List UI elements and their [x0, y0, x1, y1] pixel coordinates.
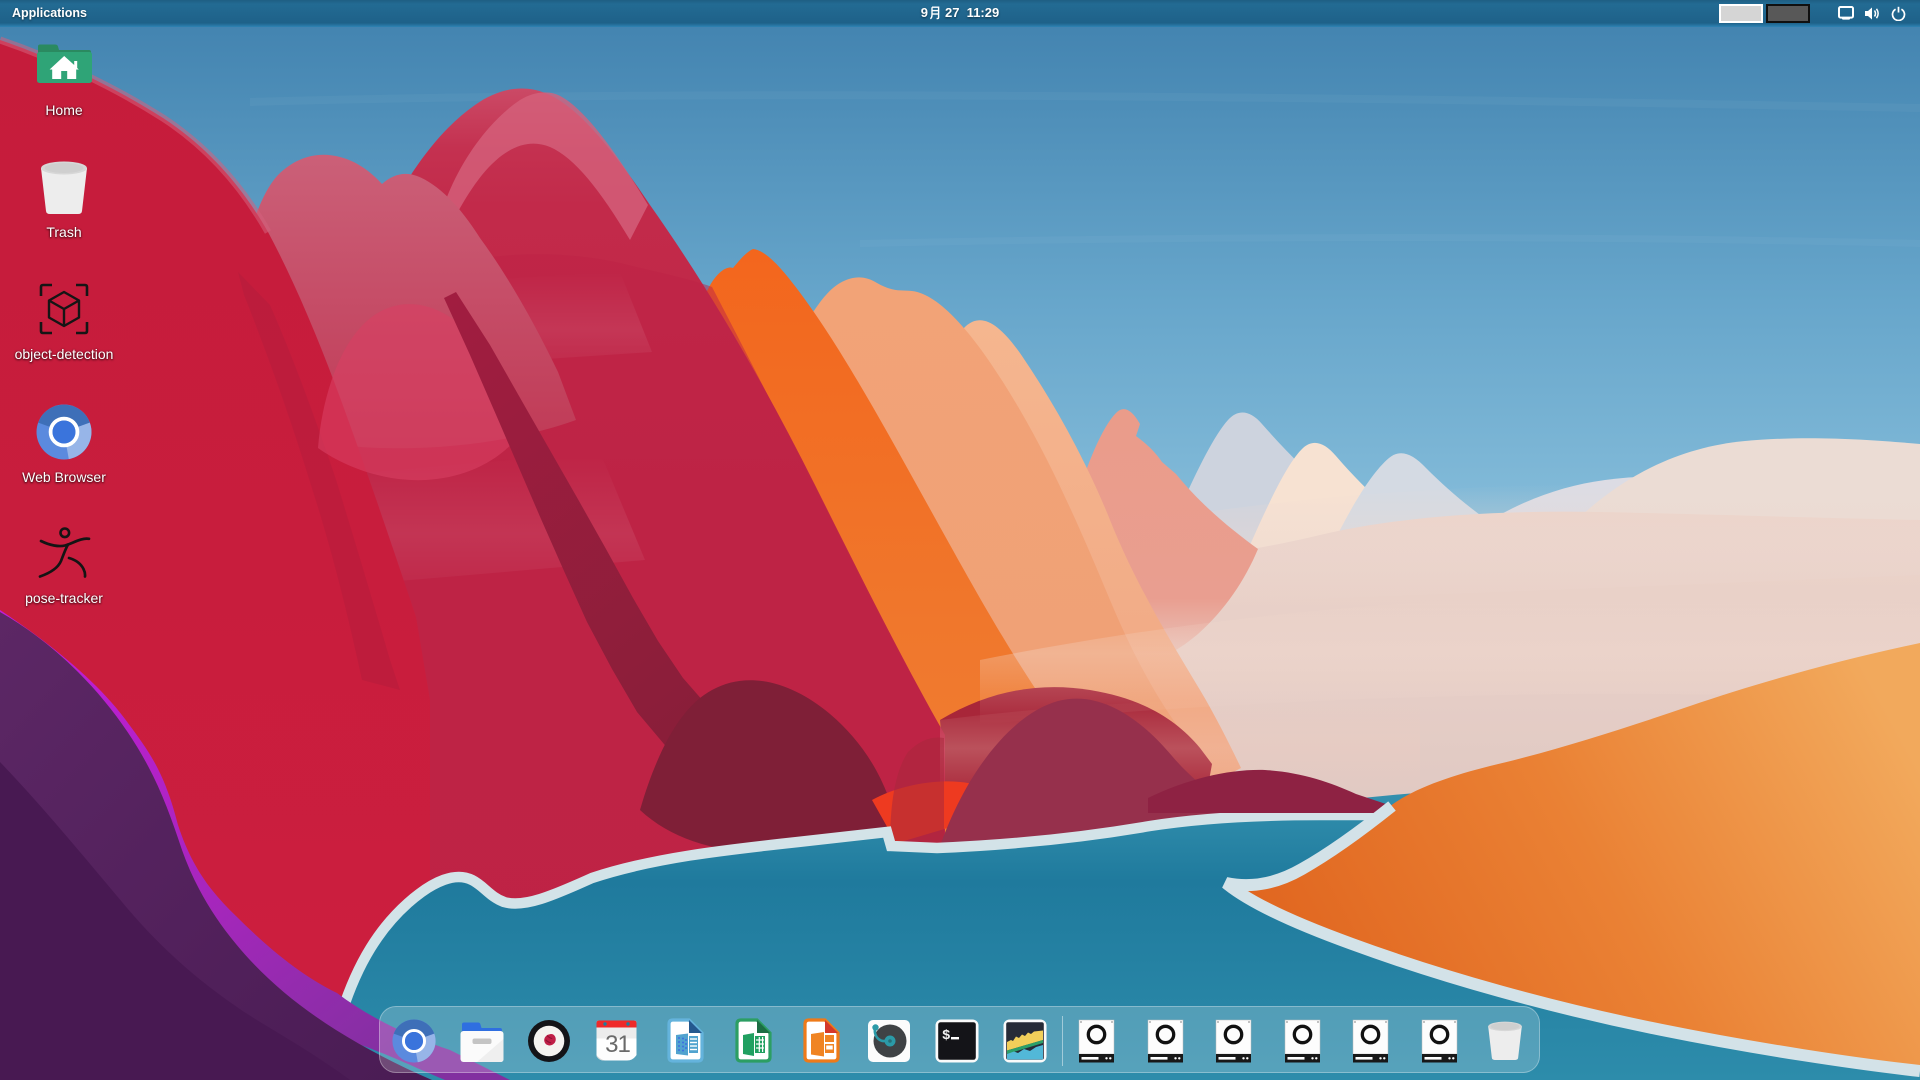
svg-text:31: 31	[605, 1031, 630, 1058]
svg-text:$: $	[942, 1028, 950, 1044]
